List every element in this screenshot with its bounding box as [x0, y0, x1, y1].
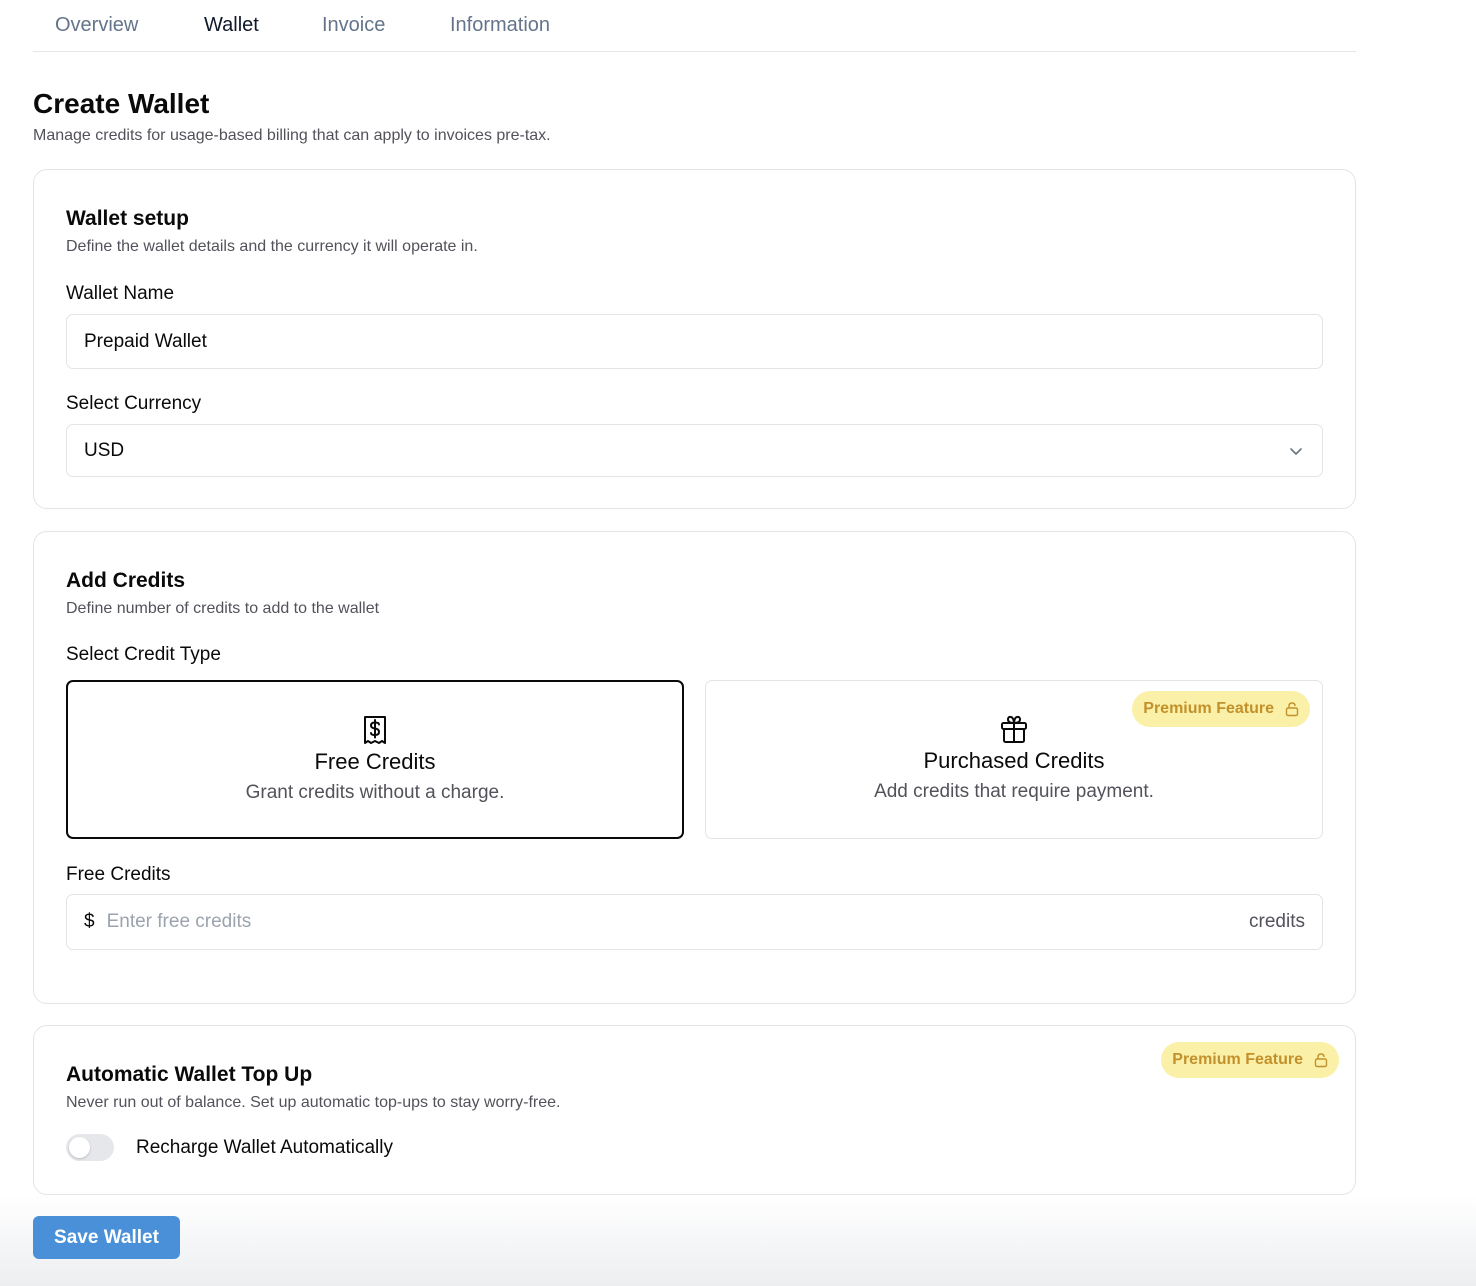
toggle-knob: [69, 1137, 90, 1158]
free-credits-label: Free Credits: [66, 864, 171, 885]
currency-select[interactable]: USD: [66, 424, 1323, 477]
bottom-fade: [0, 1196, 1476, 1286]
premium-badge-label: Premium Feature: [1172, 1051, 1303, 1068]
wallet-name-value: Prepaid Wallet: [84, 330, 207, 352]
premium-badge-label: Premium Feature: [1143, 700, 1274, 717]
page-title: Create Wallet: [33, 88, 210, 119]
save-wallet-button[interactable]: Save Wallet: [33, 1216, 180, 1259]
tab-information[interactable]: Information: [450, 12, 550, 38]
wallet-name-label: Wallet Name: [66, 283, 175, 304]
auto-top-up-description: Never run out of balance. Set up automat…: [66, 1094, 561, 1111]
add-credits-description: Define number of credits to add to the w…: [66, 600, 380, 617]
wallet-setup-description: Define the wallet details and the curren…: [66, 238, 478, 255]
gift-icon: [1001, 715, 1027, 743]
purchased-credits-title: Purchased Credits: [923, 748, 1105, 773]
page-subtitle: Manage credits for usage-based billing t…: [33, 127, 551, 144]
free-credits-title: Free Credits: [314, 749, 436, 774]
wallet-setup-title: Wallet setup: [66, 207, 189, 230]
tab-bar: Overview Wallet Invoice Information: [33, 0, 1356, 52]
free-credits-placeholder: Enter free credits: [106, 911, 252, 932]
purchased-credits-description: Add credits that require payment.: [874, 781, 1154, 802]
lock-icon: [1314, 1053, 1328, 1068]
chevron-down-icon: [1290, 447, 1302, 455]
credits-suffix: credits: [1249, 911, 1305, 932]
currency-prefix: $: [84, 911, 95, 932]
currency-label: Select Currency: [66, 393, 202, 414]
credit-type-label: Select Credit Type: [66, 644, 221, 665]
free-credits-option[interactable]: Free Credits Grant credits without a cha…: [66, 680, 684, 839]
recharge-toggle[interactable]: [66, 1134, 114, 1161]
currency-value: USD: [84, 439, 125, 461]
wallet-setup-card: Wallet setup Define the wallet details a…: [33, 169, 1356, 509]
wallet-name-input[interactable]: Prepaid Wallet: [66, 314, 1323, 369]
tab-wallet[interactable]: Wallet: [204, 12, 259, 38]
free-credits-description: Grant credits without a charge.: [245, 782, 505, 803]
premium-feature-badge: Premium Feature: [1161, 1042, 1339, 1078]
auto-top-up-title: Automatic Wallet Top Up: [66, 1063, 313, 1086]
add-credits-card: Add Credits Define number of credits to …: [33, 531, 1356, 1004]
add-credits-title: Add Credits: [66, 569, 186, 592]
free-credits-input[interactable]: $ Enter free credits credits: [66, 894, 1323, 950]
tab-overview[interactable]: Overview: [55, 12, 138, 38]
recharge-toggle-label: Recharge Wallet Automatically: [136, 1137, 393, 1158]
lock-icon: [1285, 702, 1299, 717]
purchased-credits-option[interactable]: Premium Feature Purchased Credits Add cr…: [705, 680, 1323, 839]
receipt-dollar-icon: [364, 716, 386, 744]
auto-top-up-card: Premium Feature Automatic Wallet Top Up …: [33, 1025, 1356, 1195]
page: Overview Wallet Invoice Information Crea…: [0, 0, 1476, 1286]
premium-feature-badge: Premium Feature: [1132, 691, 1310, 727]
tab-invoice[interactable]: Invoice: [322, 12, 385, 38]
